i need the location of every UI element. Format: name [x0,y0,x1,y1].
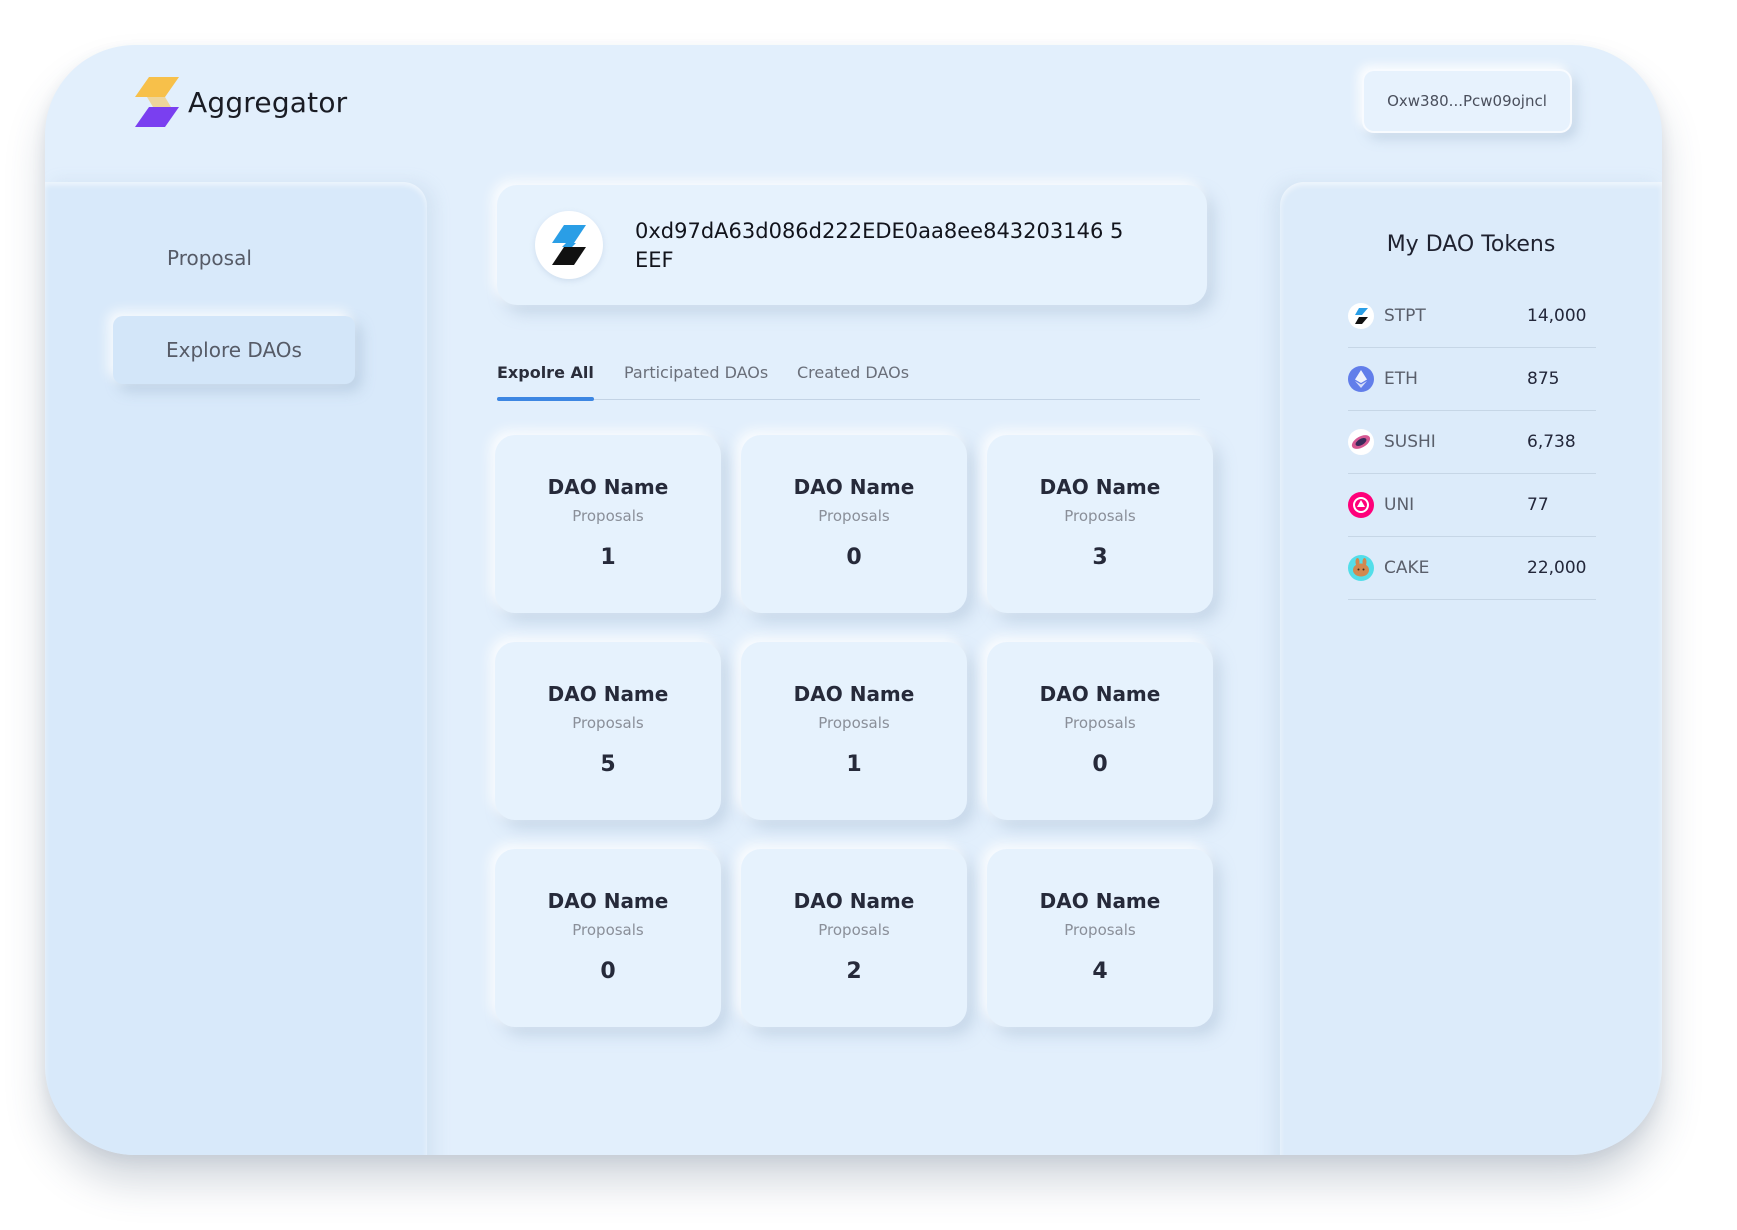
dao-name: DAO Name [1039,682,1161,706]
profile-address: 0xd97dA63d086d222EDE0aa8ee843203146 5EEF [635,219,1124,272]
token-balance: 6,738 [1527,432,1576,452]
dao-name: DAO Name [793,889,915,913]
dao-proposal-count: 5 [600,752,616,777]
dao-name: DAO Name [1039,889,1161,913]
token-row[interactable]: ETH 875 [1348,348,1596,411]
dao-proposals-label: Proposals [818,714,890,732]
token-balance: 875 [1527,369,1560,389]
dao-card[interactable]: DAO Name Proposals 4 [987,849,1213,1027]
tab-explore-all[interactable]: Expolre All [497,363,594,401]
dao-proposal-count: 0 [1092,752,1108,777]
token-symbol: ETH [1384,369,1418,389]
token-symbol: CAKE [1384,558,1430,578]
dao-proposals-label: Proposals [818,507,890,525]
token-symbol: SUSHI [1384,432,1436,452]
dao-proposals-label: Proposals [572,507,644,525]
dao-card[interactable]: DAO Name Proposals 2 [741,849,967,1027]
sidebar-item-proposal[interactable]: Proposal [113,224,355,292]
dao-proposal-count: 2 [846,959,862,984]
dao-card[interactable]: DAO Name Proposals 5 [495,642,721,820]
token-row[interactable]: STPT 14,000 [1348,285,1596,348]
tokens-title: My DAO Tokens [1386,232,1556,257]
dao-proposals-label: Proposals [818,921,890,939]
stpt-logo-icon [552,225,586,265]
dao-name: DAO Name [1039,475,1161,499]
app-name: Aggregator [188,85,348,119]
token-symbol: STPT [1384,306,1426,326]
token-balance: 14,000 [1527,306,1587,326]
cake-icon [1348,555,1374,581]
tab-participated-daos[interactable]: Participated DAOs [624,363,768,399]
dao-proposal-count: 1 [846,752,862,777]
dao-proposal-count: 0 [846,545,862,570]
sushi-icon [1348,429,1374,455]
dao-proposals-label: Proposals [572,714,644,732]
dao-card[interactable]: DAO Name Proposals 0 [741,435,967,613]
dao-proposal-count: 4 [1092,959,1108,984]
uni-icon [1348,492,1374,518]
my-dao-tokens-panel: My DAO Tokens STPT 14,000 ETH 875 SUSHI … [1280,182,1662,1155]
dao-name: DAO Name [547,889,669,913]
dao-proposals-label: Proposals [1064,921,1136,939]
wallet-address-button[interactable]: Oxw380...Pcw09ojncl [1362,69,1572,133]
dao-name: DAO Name [547,475,669,499]
dao-card[interactable]: DAO Name Proposals 0 [987,642,1213,820]
avatar [535,211,603,279]
profile-address-card: 0xd97dA63d086d222EDE0aa8ee843203146 5EEF [497,185,1207,305]
tab-created-daos[interactable]: Created DAOs [797,363,909,399]
dao-proposal-count: 0 [600,959,616,984]
app-logo[interactable]: Aggregator [135,75,347,129]
dao-card[interactable]: DAO Name Proposals 0 [495,849,721,1027]
token-row[interactable]: SUSHI 6,738 [1348,411,1596,474]
token-balance: 22,000 [1527,558,1587,578]
dao-proposal-count: 1 [600,545,616,570]
aggregator-logo-icon [135,77,179,127]
dao-proposals-label: Proposals [1064,714,1136,732]
eth-icon [1348,366,1374,392]
token-symbol: UNI [1384,495,1415,515]
dao-proposals-label: Proposals [572,921,644,939]
dao-name: DAO Name [793,475,915,499]
dao-name: DAO Name [793,682,915,706]
token-row[interactable]: UNI 77 [1348,474,1596,537]
stpt-icon [1348,303,1374,329]
dao-tabs: Expolre All Participated DAOs Created DA… [497,363,1200,401]
dao-proposal-count: 3 [1092,545,1108,570]
dao-card[interactable]: DAO Name Proposals 1 [741,642,967,820]
dao-proposals-label: Proposals [1064,507,1136,525]
sidebar: Proposal Explore DAOs [45,182,427,1155]
dao-card[interactable]: DAO Name Proposals 1 [495,435,721,613]
token-balance: 77 [1527,495,1549,515]
token-row[interactable]: CAKE 22,000 [1348,537,1596,600]
sidebar-item-explore-daos[interactable]: Explore DAOs [113,316,355,384]
app-window: Aggregator Oxw380...Pcw09ojncl Proposal … [45,45,1662,1155]
dao-card[interactable]: DAO Name Proposals 3 [987,435,1213,613]
dao-name: DAO Name [547,682,669,706]
